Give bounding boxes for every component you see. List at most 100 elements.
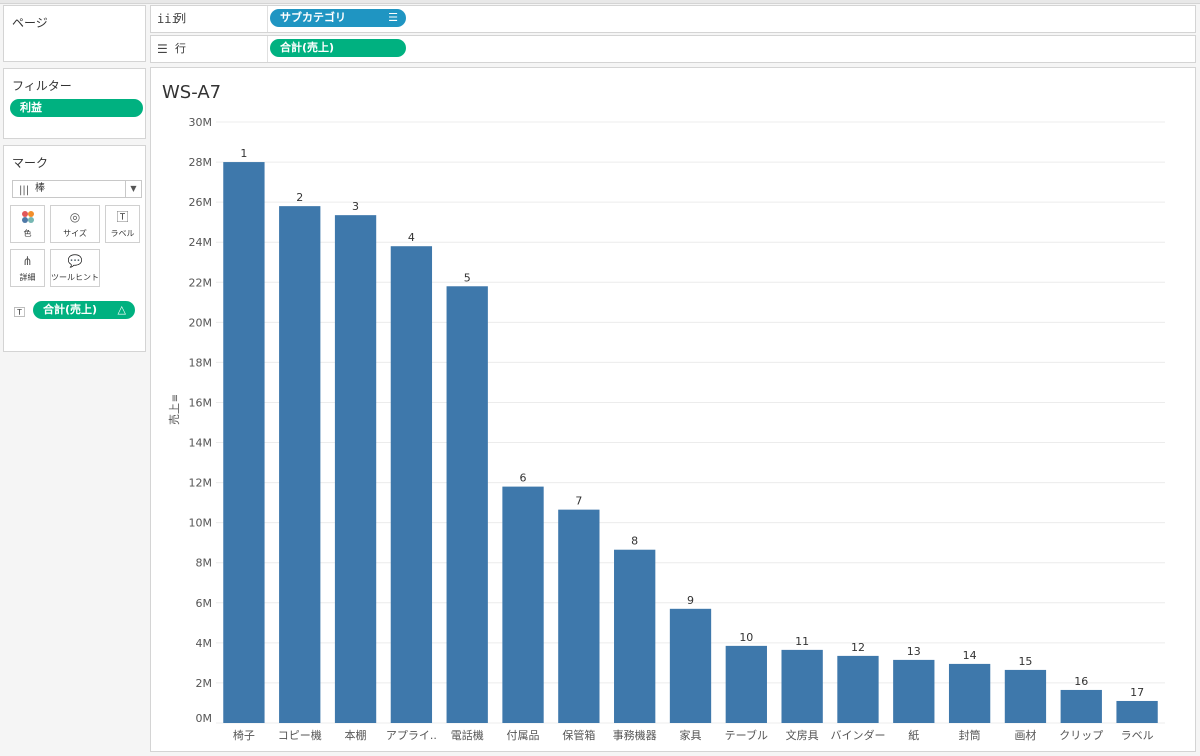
x-tick-label[interactable]: ラベル <box>1121 729 1154 742</box>
tooltip-bubble-icon: 💬 <box>67 254 83 268</box>
bar-data-label: 14 <box>963 649 977 662</box>
color-button-label: 色 <box>23 229 32 238</box>
x-tick-label[interactable]: 封筒 <box>959 728 981 742</box>
filters-panel: フィルター 利益 <box>3 68 146 139</box>
columns-pill-text: サブカテゴリ <box>280 11 346 24</box>
x-tick-label[interactable]: 椅子 <box>233 728 255 742</box>
top-toolbar-strip <box>0 0 1200 4</box>
bar-data-label: 7 <box>575 495 582 508</box>
bar-data-label: 12 <box>851 641 865 654</box>
y-tick-label: 4M <box>196 637 213 650</box>
bar-data-label: 2 <box>296 191 303 204</box>
bar[interactable] <box>279 206 321 723</box>
size-button[interactable]: ◎ サイズ <box>50 205 100 243</box>
bar[interactable] <box>669 608 712 723</box>
rows-shelf: ☰ 行 合計(売上) <box>150 35 1196 63</box>
marks-panel: マーク ||| 棒 ▼ 色 ◎ サイズ 🅃 ラベル ⋔ 詳細 💬 ツールヒント … <box>3 145 146 352</box>
bar[interactable] <box>502 486 544 723</box>
bar[interactable] <box>837 655 879 723</box>
y-tick-label: 6M <box>196 597 213 610</box>
marks-panel-title: マーク <box>12 156 49 170</box>
size-circles-icon: ◎ <box>69 210 81 224</box>
y-tick-label: 0M <box>196 712 213 725</box>
x-tick-label[interactable]: 保管箱 <box>562 728 595 742</box>
bar-data-label: 1 <box>240 147 247 160</box>
x-axis: 椅子 コピー機 本棚 アプライ.. 電話機 付属品 保管箱 事務機器 家具 テーブル 文房具 バインダ… <box>233 728 1154 742</box>
tooltip-button-label: ツールヒント <box>51 273 99 282</box>
delta-icon: △ <box>117 303 126 316</box>
y-tick-label: 28M <box>189 156 213 169</box>
bar-data-label: 11 <box>795 635 809 648</box>
bar[interactable] <box>948 663 991 723</box>
bar[interactable] <box>1116 700 1158 723</box>
x-tick-label[interactable]: 本棚 <box>345 728 367 742</box>
label-button[interactable]: 🅃 ラベル <box>105 205 140 243</box>
x-tick-label[interactable]: 事務機器 <box>613 728 657 742</box>
bar-data-label: 9 <box>687 594 694 607</box>
mark-type-dropdown[interactable]: ||| 棒 ▼ <box>12 180 142 198</box>
pages-panel: ページ <box>3 5 146 62</box>
color-button[interactable]: 色 <box>10 205 45 243</box>
y-tick-label: 30M <box>189 116 213 129</box>
bar[interactable] <box>223 162 265 724</box>
y-tick-label: 16M <box>189 396 213 409</box>
bar[interactable] <box>558 509 600 723</box>
x-tick-label[interactable]: テーブル <box>725 728 768 742</box>
y-axis: 0M 2M 4M 6M 8M 10M 12M 14M 16M 18M 20M 22M 24M 26M 28M… <box>189 116 213 725</box>
bar[interactable] <box>390 246 433 723</box>
detail-button-label: 詳細 <box>19 273 36 282</box>
bar-data-label: 17 <box>1130 686 1144 699</box>
bar-data-label: 15 <box>1018 655 1032 668</box>
label-pill-text: 合計(売上) <box>43 303 98 316</box>
detail-tree-icon: ⋔ <box>22 254 33 268</box>
columns-shelf-label: iii 列 <box>151 6 268 32</box>
detail-button[interactable]: ⋔ 詳細 <box>10 249 45 287</box>
y-axis-title: 売上 <box>168 403 181 425</box>
bar-data-label: 5 <box>464 271 471 284</box>
y-tick-label: 20M <box>189 316 213 329</box>
bar-data-label: 3 <box>352 200 359 213</box>
pages-panel-title: ページ <box>12 16 48 30</box>
bar[interactable] <box>893 659 935 723</box>
filter-pill-profit[interactable]: 利益 <box>10 99 143 117</box>
x-tick-label[interactable]: クリップ <box>1059 729 1103 742</box>
tooltip-button[interactable]: 💬 ツールヒント <box>50 249 100 287</box>
rows-pill-sum-sales[interactable]: 合計(売上) <box>270 39 406 57</box>
x-tick-label[interactable]: コピー機 <box>278 728 322 742</box>
label-pill-sum-sales[interactable]: 合計(売上) △ <box>33 301 135 319</box>
bar[interactable] <box>334 215 377 723</box>
sort-icon: ≡ <box>170 394 181 402</box>
y-tick-label: 24M <box>189 236 213 249</box>
bar[interactable] <box>614 549 656 723</box>
x-tick-label[interactable]: バインダー <box>830 728 885 742</box>
columns-shelf: iii 列 サブカテゴリ ☰ <box>150 5 1196 33</box>
x-tick-label[interactable]: 家具 <box>680 728 702 742</box>
bar[interactable] <box>725 645 767 723</box>
rows-shelf-label: ☰ 行 <box>151 36 268 62</box>
y-tick-label: 10M <box>189 517 213 530</box>
bar[interactable] <box>1004 669 1047 723</box>
bar[interactable] <box>781 649 823 723</box>
bar[interactable] <box>446 286 488 723</box>
bar-data-label: 16 <box>1074 675 1088 688</box>
x-tick-label[interactable]: 紙 <box>908 728 919 742</box>
bar-chart-icon: ||| <box>19 185 30 196</box>
y-tick-label: 18M <box>189 356 213 369</box>
chevron-down-icon[interactable]: ▼ <box>125 181 141 197</box>
y-tick-label: 26M <box>189 196 213 209</box>
x-tick-label[interactable]: 画材 <box>1014 728 1036 742</box>
label-field-icon: 🅃 <box>14 306 25 319</box>
x-tick-label[interactable]: アプライ.. <box>386 729 437 742</box>
label-text-icon: 🅃 <box>116 210 129 224</box>
y-tick-label: 8M <box>196 557 213 570</box>
columns-pill-subcategory[interactable]: サブカテゴリ ☰ <box>270 9 406 27</box>
rows-shelf-text: 行 <box>175 42 186 55</box>
filters-panel-title: フィルター <box>12 79 72 93</box>
x-tick-label[interactable]: 付属品 <box>507 729 540 742</box>
x-tick-label[interactable]: 電話機 <box>451 728 484 742</box>
bar-data-label: 4 <box>408 231 415 244</box>
y-tick-label: 22M <box>189 276 213 289</box>
bar[interactable] <box>1060 689 1102 723</box>
rows-icon: ☰ <box>157 42 168 56</box>
x-tick-label[interactable]: 文房具 <box>786 728 819 742</box>
